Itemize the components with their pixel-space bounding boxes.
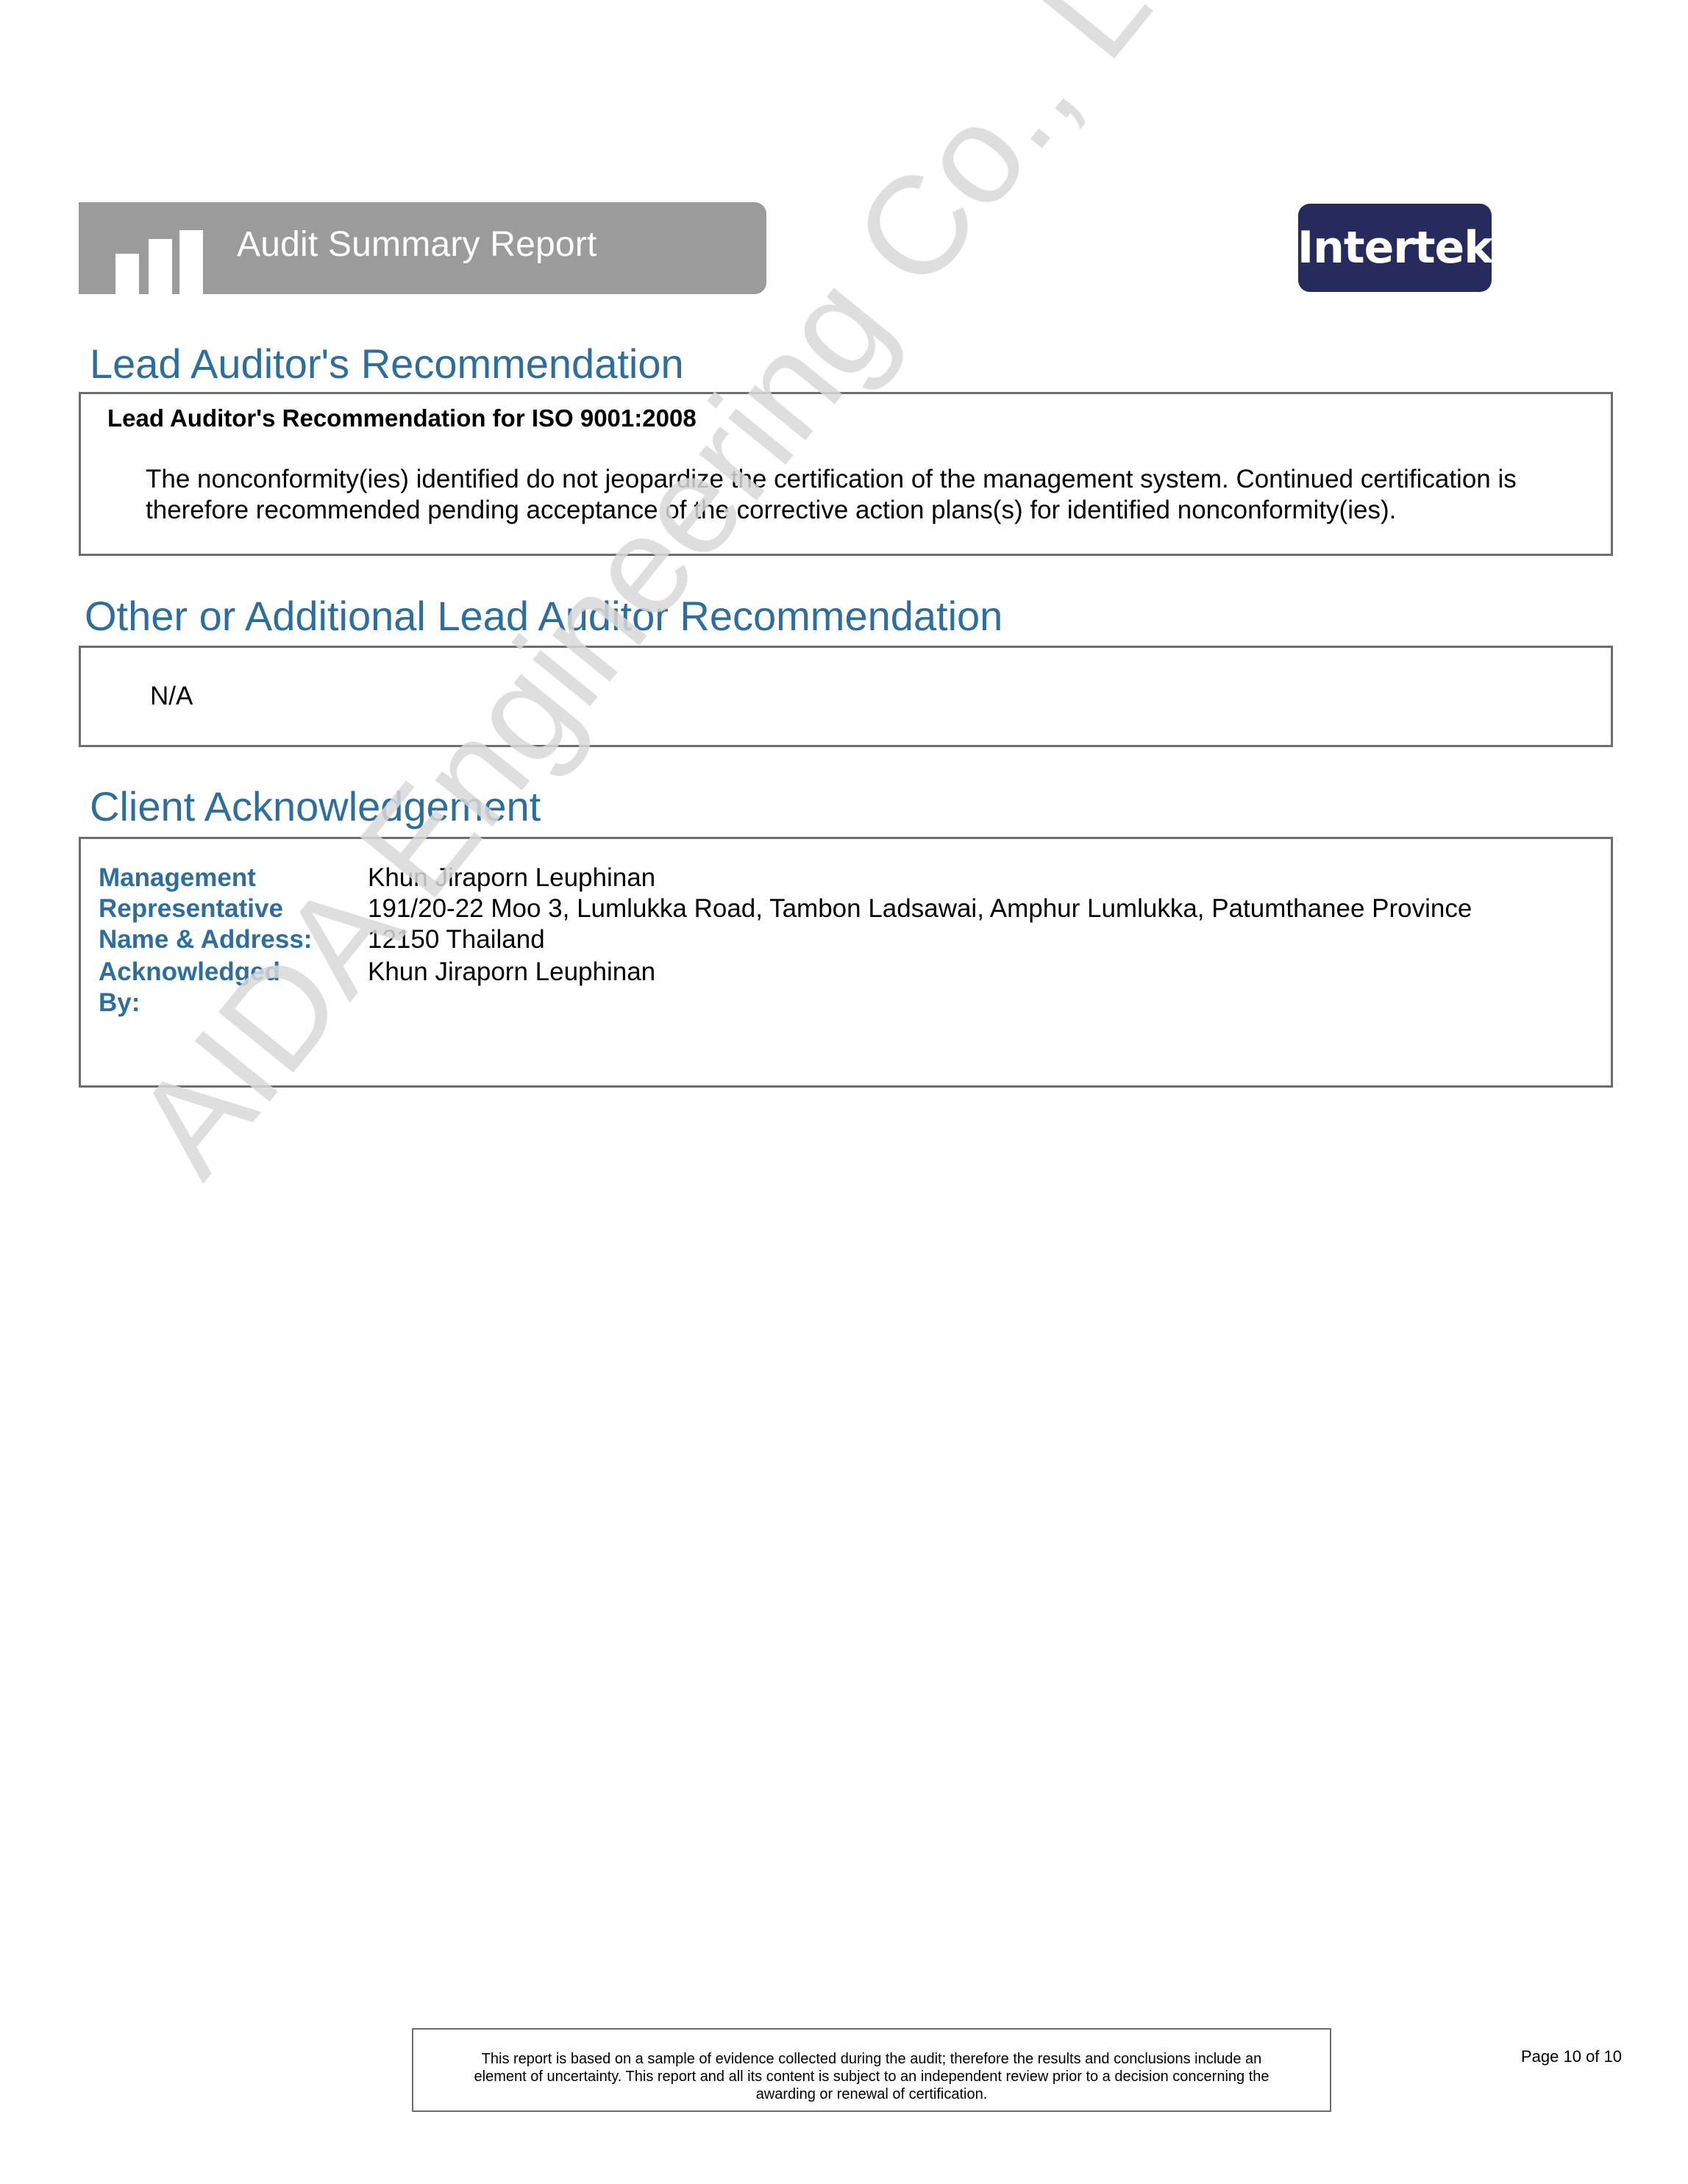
additional-recommendation-text: N/A [150,682,193,710]
management-label-line: Management [99,863,256,892]
representative-address: 191/20-22 Moo 3, Lumlukka Road, Tambon L… [368,894,1472,923]
management-label: Management Representative Name & Address… [99,863,312,955]
lead-recommendation-box: Lead Auditor's Recommendation for ISO 90… [79,392,1613,556]
acknowledged-label-line: Acknowledged [99,957,280,986]
lead-recommendation-title: Lead Auditor's Recommendation [90,340,684,387]
representative-name: Khun Jiraporn Leuphinan [368,863,656,892]
acknowledged-label-line: By: [99,988,140,1017]
acknowledged-by-value: Khun Jiraporn Leuphinan [368,957,656,986]
additional-recommendation-title: Other or Additional Lead Auditor Recomme… [85,593,1003,639]
bar-chart-icon-bar [149,239,172,294]
disclaimer-line: element of uncertainty. This report and … [474,2069,1269,2085]
disclaimer-line: awarding or renewal of certification. [755,2086,988,2102]
management-value: Khun Jiraporn Leuphinan 191/20-22 Moo 3,… [368,863,1472,955]
acknowledged-label: Acknowledged By: [99,957,280,1018]
report-title: Audit Summary Report [237,225,597,264]
representative-postcode: 12150 Thailand [368,925,545,954]
page-number: Page 10 of 10 [1521,2047,1623,2066]
footer-disclaimer: This report is based on a sample of evid… [412,2028,1331,2112]
intertek-logo: Intertek [1297,204,1493,292]
lead-recommendation-text: The nonconformity(ies) identified do not… [146,465,1517,524]
bar-chart-icon-bar [115,254,139,294]
bar-chart-icon-bar [179,230,203,294]
lead-recommendation-subheading: Lead Auditor's Recommendation for ISO 90… [107,404,697,432]
disclaimer-line: This report is based on a sample of evid… [481,2051,1262,2067]
logo-text: Intertek [1297,222,1493,274]
report-banner: Audit Summary Report [79,202,766,294]
management-label-line: Name & Address: [99,925,313,954]
additional-recommendation-box: N/A [79,646,1613,747]
management-label-line: Representative [99,894,283,923]
client-acknowledgement-box: Management Representative Name & Address… [79,837,1613,1088]
client-acknowledgement-title: Client Acknowledgement [90,783,541,829]
